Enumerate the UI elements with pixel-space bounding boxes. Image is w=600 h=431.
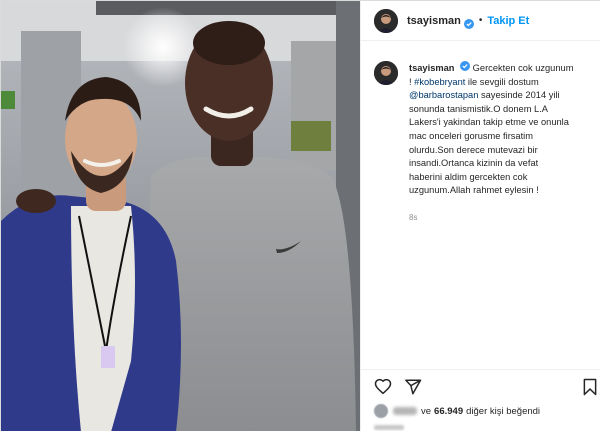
post-photo[interactable] <box>1 1 360 431</box>
caption-line: insandi.Ortanca kizinin da vefat <box>409 158 539 169</box>
liker-avatar <box>374 404 388 418</box>
likes-summary[interactable]: ve 66.949 diğer kişi beğendi <box>374 404 540 418</box>
caption-text: sayesinde 2014 yili <box>478 90 560 101</box>
post-date-blurred <box>374 425 404 430</box>
verified-badge-icon <box>463 16 474 29</box>
instagram-post: tsayisman • Takip Et tsayisman Gercekten… <box>0 0 600 431</box>
caption-line: ! #kobebryant ile sevgili dostum <box>409 76 595 90</box>
avatar-image <box>374 61 398 85</box>
post-sidebar: tsayisman • Takip Et tsayisman Gercekten… <box>360 1 600 431</box>
send-icon[interactable] <box>404 378 422 396</box>
avatar[interactable] <box>374 8 398 33</box>
caption-timestamp[interactable]: 8s <box>409 211 595 225</box>
hashtag-link[interactable]: #kobebryant <box>414 77 465 87</box>
caption-line: uzgunum.Allah rahmet eylesin ! <box>409 185 539 196</box>
liker-username-blurred <box>393 407 417 415</box>
avatar-image <box>374 8 398 33</box>
header-username[interactable]: tsayisman <box>407 15 461 27</box>
likes-prefix: ve <box>421 405 432 417</box>
likes-suffix: diğer kişi beğendi <box>466 405 541 417</box>
bookmark-icon[interactable] <box>581 378 599 396</box>
mention-link[interactable]: @barbarostapan <box>409 90 478 100</box>
post-header: tsayisman • Takip Et <box>361 1 600 41</box>
action-bar <box>361 369 600 401</box>
caption-text: Gercekten cok uzgunum <box>472 63 574 73</box>
heart-icon[interactable] <box>374 378 392 396</box>
post-image <box>1 1 360 431</box>
caption-body: tsayisman Gercekten cok uzgunum ! #kobeb… <box>409 61 595 225</box>
caption-line: haberini aldim gercekten cok <box>409 171 528 182</box>
likes-count: 66.949 <box>434 405 464 417</box>
caption-username[interactable]: tsayisman <box>409 63 454 73</box>
caption-avatar[interactable] <box>374 61 398 85</box>
caption-text: ile sevgili dostum <box>465 76 539 87</box>
caption-line: mac onceleri gorusme firsatim <box>409 130 533 141</box>
caption-line: tsayisman Gercekten cok uzgunum <box>409 61 595 76</box>
verified-badge-icon <box>460 61 471 71</box>
caption-line: @barbarostapan sayesinde 2014 yili <box>409 89 595 103</box>
caption-line: Lakers'i yakindan takip etme ve onunla <box>409 117 569 128</box>
caption-line: sonunda tanismistik.O donem L.A <box>409 103 549 114</box>
caption: tsayisman Gercekten cok uzgunum ! #kobeb… <box>374 61 596 225</box>
separator-dot: • <box>478 15 483 26</box>
caption-line: olurdu.Son derece mutevazi bir <box>409 144 538 155</box>
follow-button[interactable]: Takip Et <box>487 15 529 27</box>
